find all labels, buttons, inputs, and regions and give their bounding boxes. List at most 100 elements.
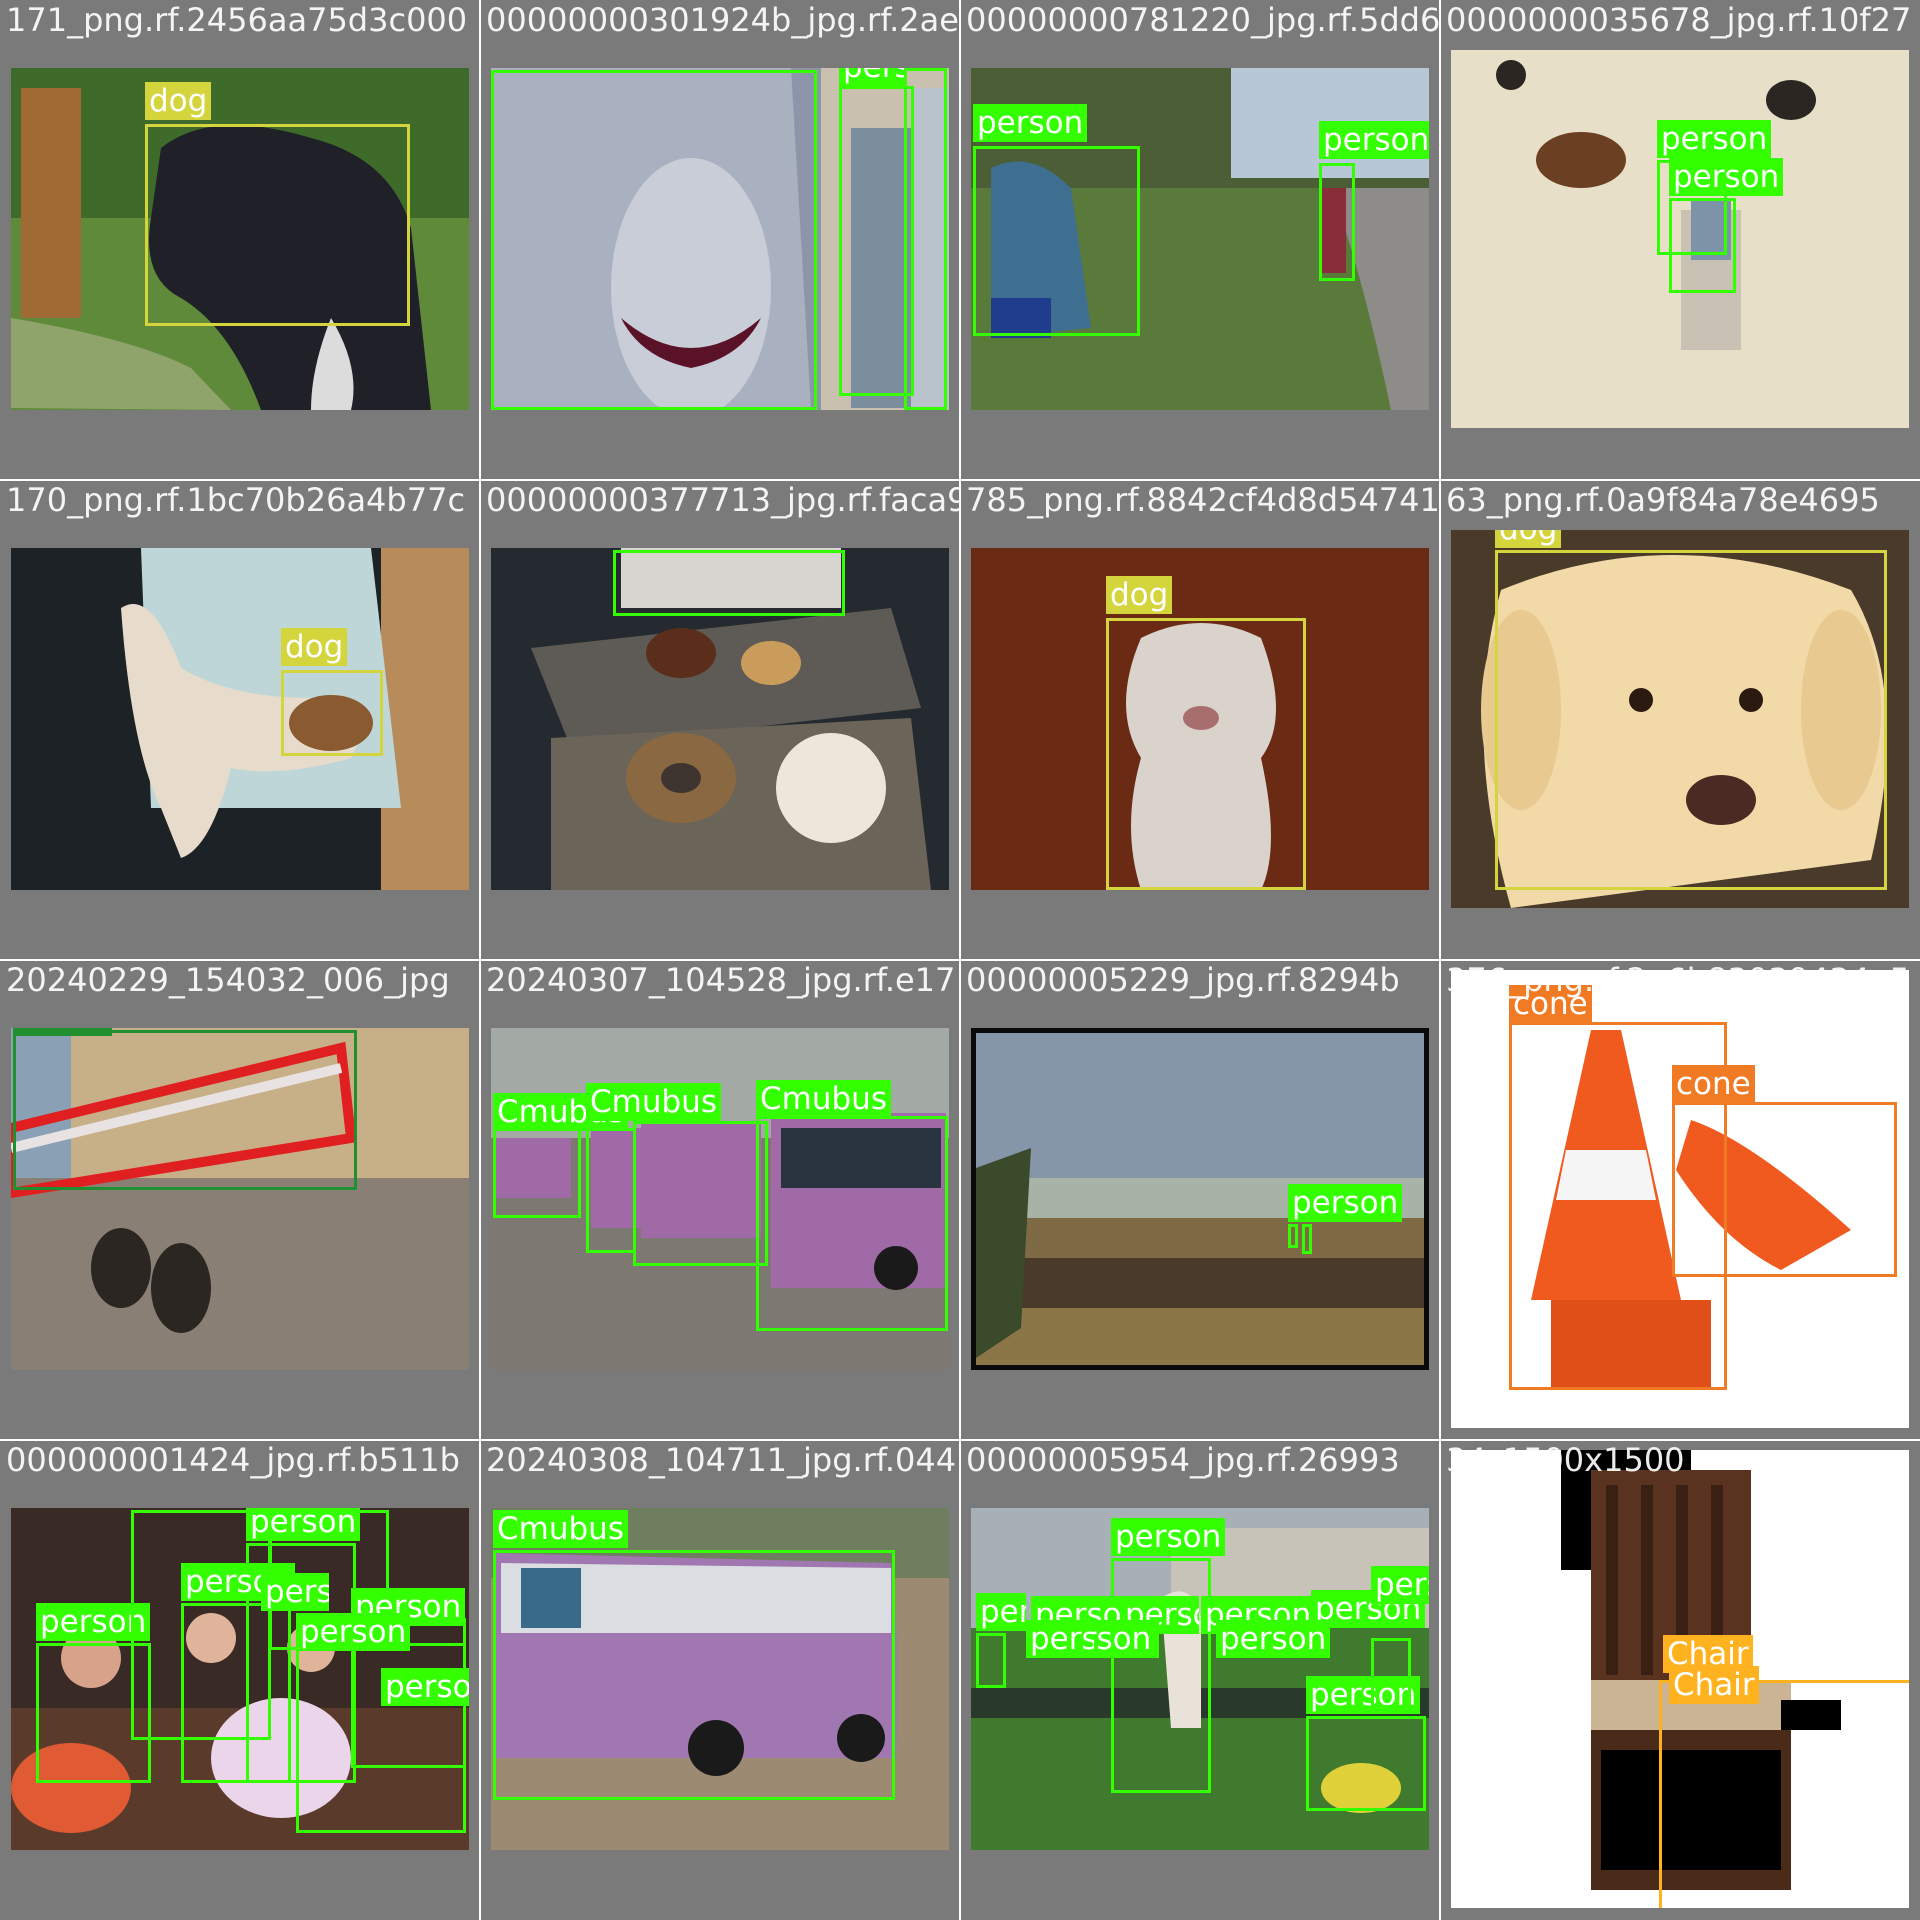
bbox-bus — [586, 1128, 636, 1253]
bbox-label: person — [1026, 1620, 1094, 1658]
bbox-person — [904, 68, 947, 410]
tile-15: person person person person person perso… — [960, 1440, 1440, 1920]
bbox-bus — [493, 1550, 895, 1800]
bbox-person — [1371, 1638, 1411, 1708]
bbox-label: person — [1657, 120, 1772, 158]
tile-4: person person 0000000035678_jpg.rf.10f27 — [1440, 0, 1920, 480]
bbox-person — [1111, 1558, 1211, 1793]
bbox-person — [613, 550, 845, 616]
bbox-label: dog — [1495, 530, 1562, 548]
tile-caption: 170_png.rf.1bc70b26a4b77c — [6, 481, 466, 519]
tile-1: dog 171_png.rf.2456aa75d3c000 — [0, 0, 480, 480]
tile-photo: person person person person person perso… — [971, 1508, 1429, 1850]
tile-caption: 63_png.rf.0a9f84a78e4695 — [1446, 481, 1880, 519]
tile-caption: 00000005229_jpg.rf.8294b — [966, 961, 1400, 999]
tile-photo: Cmubus — [491, 1508, 949, 1850]
tile-caption: 00000000781220_jpg.rf.5dd6f — [966, 1, 1440, 39]
bbox-person — [973, 146, 1140, 336]
bbox-chair — [1659, 1680, 1909, 1908]
bbox-label: Cmubus — [493, 1510, 628, 1548]
bbox-cone — [1672, 1102, 1897, 1277]
tile-photo: Chair Chair — [1451, 1450, 1909, 1908]
tile-caption: 000000001424_jpg.rf.b511b — [6, 1441, 460, 1479]
bbox-label: person — [839, 68, 907, 86]
tile-photo: person person person — [491, 68, 949, 410]
bbox-label: person — [246, 1508, 361, 1541]
tile-photo: person person — [1451, 50, 1909, 428]
bbox-bus — [756, 1116, 948, 1331]
bbox-label: Cmubus — [586, 1083, 721, 1121]
tile-caption: 00000000377713_jpg.rf.faca9 — [486, 481, 960, 519]
bbox-label: person — [1216, 1620, 1331, 1658]
bbox-label: person — [976, 1593, 1026, 1631]
tile-photo: dog — [11, 548, 469, 890]
tile-photo: dog — [971, 548, 1429, 890]
tile-5: dog 170_png.rf.1bc70b26a4b77c — [0, 480, 480, 960]
bbox-person — [181, 1603, 291, 1783]
tile-photo: person — [971, 1028, 1429, 1370]
tile-8: dog 63_png.rf.0a9f84a78e4695 — [1440, 480, 1920, 960]
tile-caption: 00000005954_jpg.rf.26993 — [966, 1441, 1400, 1479]
bbox-label: dog — [145, 82, 212, 120]
tile-caption: 20240229_154032_006_jpg — [6, 961, 450, 999]
tile-caption: 785_png.rf.8842cf4d8d547414 — [966, 481, 1440, 519]
tile-13: person person person per person person p… — [0, 1440, 480, 1920]
tile-photo: dog — [11, 68, 469, 410]
bbox-label: dog — [281, 628, 348, 666]
tile-caption: 20240308_104711_jpg.rf.044 — [486, 1441, 957, 1479]
bbox-bus — [633, 1121, 768, 1266]
bbox-person — [1669, 198, 1736, 293]
mosaic-grid: dog 171_png.rf.2456aa75d3c000 person per… — [0, 0, 1920, 1920]
bbox-label: person — [296, 1613, 411, 1651]
tile-caption: 00000000301924b_jpg.rf.2ae5 — [486, 1, 960, 39]
bbox-label: Chair — [1669, 1666, 1759, 1704]
bbox-label: person — [381, 1668, 469, 1706]
bbox-person — [491, 70, 817, 410]
bbox-label: person — [1288, 1184, 1403, 1222]
bbox-label: Cmubus — [756, 1080, 891, 1118]
bbox-person — [839, 86, 914, 396]
tile-photo: cone cone — [1451, 970, 1909, 1428]
tile-9: Fence 20240229_154032_006_jpg — [0, 960, 480, 1440]
tile-photo: Fence — [11, 1028, 469, 1370]
tile-2: person person person 00000000301924b_jpg… — [480, 0, 960, 480]
tile-7: dog 785_png.rf.8842cf4d8d547414 — [960, 480, 1440, 960]
grid-divider — [0, 959, 1920, 961]
tile-caption: 0000000035678_jpg.rf.10f27 — [1446, 1, 1912, 39]
tile-photo: person person person — [971, 68, 1429, 410]
bbox-person — [1319, 163, 1355, 281]
grid-divider — [0, 1439, 1920, 1441]
bbox-label: person — [1319, 121, 1429, 159]
tile-caption: 34_1500x1500 — [1446, 1441, 1685, 1479]
bbox-label: person — [1371, 1566, 1429, 1604]
bbox-dog — [1106, 618, 1306, 890]
tile-photo: person — [491, 548, 949, 890]
tile-6: person 00000000377713_jpg.rf.faca9 — [480, 480, 960, 960]
bbox-label: person — [973, 104, 1088, 142]
bbox-person — [1302, 1224, 1312, 1254]
bbox-label: person — [1669, 158, 1784, 196]
bbox-label: Fence — [13, 1028, 112, 1036]
bbox-label: person — [1111, 1518, 1226, 1556]
bbox-person — [1306, 1716, 1426, 1811]
tile-12: cone cone 376_png.rf.2a6b83039434e5 — [1440, 960, 1920, 1440]
tile-14: Cmubus 20240308_104711_jpg.rf.044 — [480, 1440, 960, 1920]
tile-photo: person person person per person person p… — [11, 1508, 469, 1850]
tile-caption: 20240307_104528_jpg.rf.e17 — [486, 961, 956, 999]
tile-photo: Cmubus Cmubus Cmubus — [491, 1028, 949, 1370]
tile-caption: 376_png.rf.2a6b83039434e5 — [1446, 961, 1910, 999]
bbox-label: cone — [1672, 1065, 1755, 1103]
tile-3: person person person 00000000781220_jpg.… — [960, 0, 1440, 480]
grid-divider — [0, 479, 1920, 481]
tile-16: Chair Chair 34_1500x1500 — [1440, 1440, 1920, 1920]
bbox-dog — [281, 670, 383, 756]
tile-caption: 171_png.rf.2456aa75d3c000 — [6, 1, 468, 39]
bbox-label: person — [261, 1573, 329, 1611]
bbox-dog — [1495, 550, 1887, 890]
bbox-person — [976, 1633, 1006, 1688]
bbox-dog — [145, 124, 410, 326]
bbox-fence — [13, 1030, 357, 1190]
bbox-label: dog — [1106, 576, 1173, 614]
tile-11: person 00000005229_jpg.rf.8294b — [960, 960, 1440, 1440]
tile-10: Cmubus Cmubus Cmubus 20240307_104528_jpg… — [480, 960, 960, 1440]
